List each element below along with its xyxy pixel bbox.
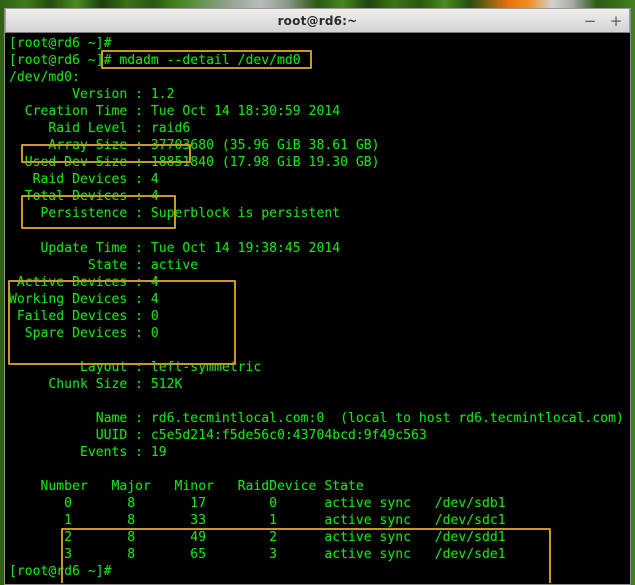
- terminal-screen[interactable]: [root@rd6 ~]# [root@rd6 ~]# mdadm --deta…: [5, 33, 630, 583]
- window-titlebar[interactable]: root@rd6:~ − +: [5, 8, 630, 33]
- terminal-window: root@rd6:~ − + [root@rd6 ~]# [root@rd6 ~…: [4, 8, 631, 585]
- terminal-output: [root@rd6 ~]# [root@rd6 ~]# mdadm --deta…: [9, 35, 624, 581]
- minimize-button[interactable]: −: [583, 14, 597, 29]
- maximize-button[interactable]: +: [609, 14, 623, 29]
- window-controls: − +: [583, 9, 623, 34]
- window-title: root@rd6:~: [278, 14, 358, 28]
